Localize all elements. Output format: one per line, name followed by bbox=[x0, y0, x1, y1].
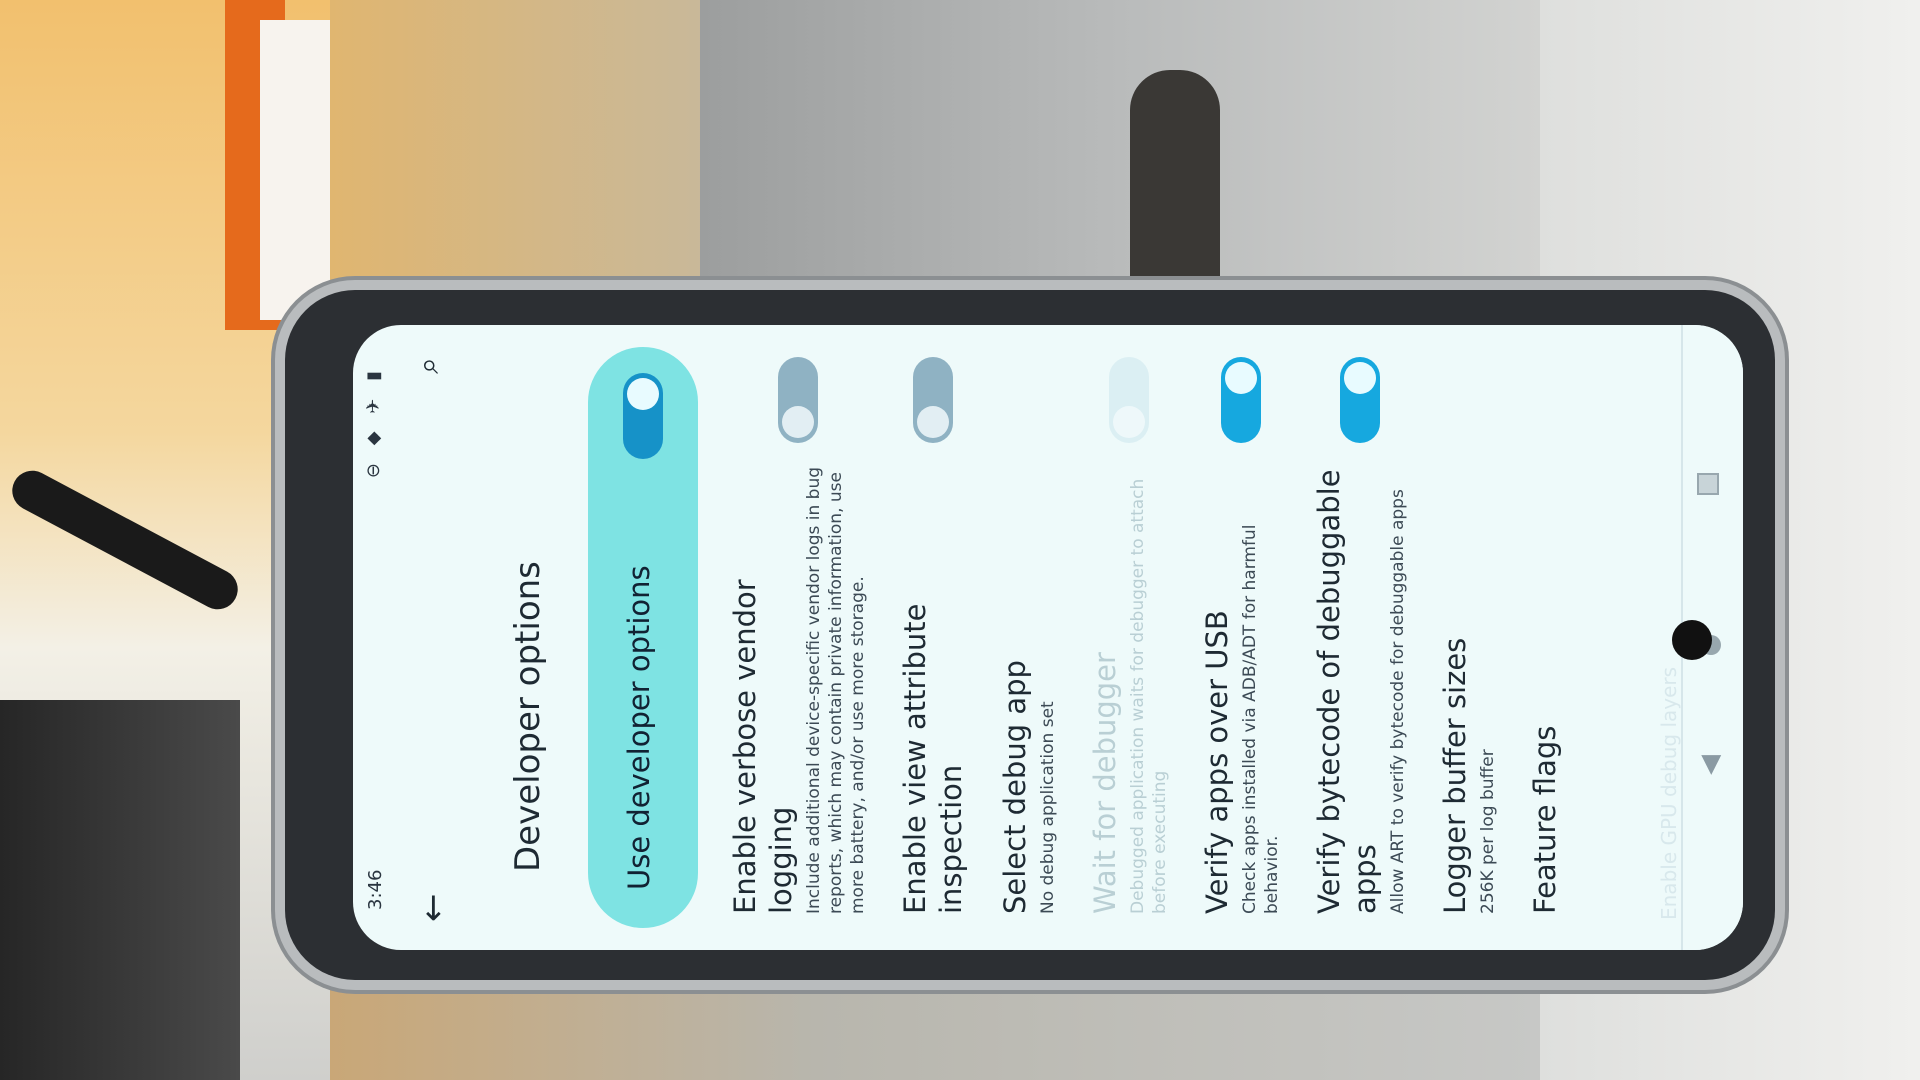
switch-knob bbox=[1113, 406, 1145, 438]
switch-knob bbox=[782, 406, 814, 438]
setting-row-select-debug-app[interactable]: Select debug app No debug application set bbox=[983, 325, 1073, 950]
use-developer-options-label: Use developer options bbox=[622, 565, 656, 890]
partially-visible-setting: Enable GPU debug layers bbox=[1657, 666, 1681, 920]
setting-row-wait-for-debugger: Wait for debugger Debugged application wa… bbox=[1073, 325, 1185, 950]
setting-row-logger-buffer-sizes[interactable]: Logger buffer sizes 256K per log buffer bbox=[1423, 325, 1513, 950]
setting-title: Enable view attribute inspection bbox=[898, 603, 968, 915]
setting-subtitle: Allow ART to verify bytecode for debugga… bbox=[1388, 489, 1408, 914]
setting-row-verify-apps-over-usb[interactable]: Verify apps over USB Check apps installed… bbox=[1185, 325, 1297, 950]
background-floor bbox=[330, 0, 710, 300]
setting-title: Verify apps over USB bbox=[1200, 610, 1234, 914]
setting-title: Verify bytecode of debuggable apps bbox=[1312, 469, 1382, 914]
search-icon[interactable]: ⌕ bbox=[411, 357, 446, 374]
setting-subtitle: 256K per log buffer bbox=[1478, 749, 1498, 914]
nav-back-icon[interactable]: ◀ bbox=[1695, 755, 1725, 775]
setting-switch[interactable] bbox=[778, 357, 818, 443]
setting-row-enable-verbose-vendor-logging[interactable]: Enable verbose vendor logging Include add… bbox=[713, 325, 883, 950]
setting-title: Logger buffer sizes bbox=[1438, 637, 1472, 914]
status-icons: ⊖ ◆ ✈ ▮ bbox=[363, 365, 384, 479]
status-bar: 3:46 ⊖ ◆ ✈ ▮ bbox=[353, 325, 399, 950]
front-camera bbox=[1672, 620, 1712, 660]
use-developer-options-row[interactable]: Use developer options bbox=[588, 347, 698, 928]
background-camera-block bbox=[0, 700, 240, 1080]
background-person bbox=[1130, 70, 1220, 290]
background-corridor bbox=[700, 0, 1540, 300]
status-time: 3:46 bbox=[365, 869, 386, 910]
switch-knob bbox=[1225, 362, 1257, 394]
setting-switch[interactable] bbox=[913, 357, 953, 443]
setting-subtitle: Include additional device-specific vendo… bbox=[804, 466, 868, 914]
setting-subtitle: Debugged application waits for debugger … bbox=[1128, 478, 1170, 914]
setting-title: Enable verbose vendor logging bbox=[728, 579, 798, 914]
switch-knob bbox=[627, 378, 659, 410]
setting-subtitle: No debug application set bbox=[1038, 701, 1058, 914]
setting-title: Select debug app bbox=[998, 660, 1032, 914]
switch-knob bbox=[917, 406, 949, 438]
switch-knob bbox=[1344, 362, 1376, 394]
top-app-bar: ← ⌕ bbox=[399, 325, 469, 950]
phone-screen: 3:46 ⊖ ◆ ✈ ▮ ← ⌕ Developer options Use d… bbox=[353, 325, 1743, 950]
setting-switch bbox=[1109, 357, 1149, 443]
setting-subtitle: Check apps installed via ADB/ADT for har… bbox=[1240, 524, 1282, 914]
setting-title: Wait for debugger bbox=[1088, 652, 1122, 914]
setting-switch[interactable] bbox=[1340, 357, 1380, 443]
back-arrow-icon[interactable]: ← bbox=[413, 894, 453, 923]
setting-switch[interactable] bbox=[1221, 357, 1261, 443]
use-developer-options-switch[interactable] bbox=[623, 373, 663, 459]
page-title: Developer options bbox=[508, 561, 548, 872]
setting-row-feature-flags[interactable]: Feature flags bbox=[1513, 325, 1577, 950]
setting-title: Feature flags bbox=[1528, 725, 1562, 914]
setting-row-enable-view-attribute-inspection[interactable]: Enable view attribute inspection bbox=[883, 325, 983, 950]
settings-list: Enable verbose vendor logging Include add… bbox=[713, 325, 1577, 950]
developer-options-screen: 3:46 ⊖ ◆ ✈ ▮ ← ⌕ Developer options Use d… bbox=[353, 325, 1743, 950]
nav-recents-icon[interactable] bbox=[1697, 473, 1719, 495]
setting-row-verify-bytecode-of-debuggable-apps[interactable]: Verify bytecode of debuggable apps Allow … bbox=[1297, 325, 1423, 950]
